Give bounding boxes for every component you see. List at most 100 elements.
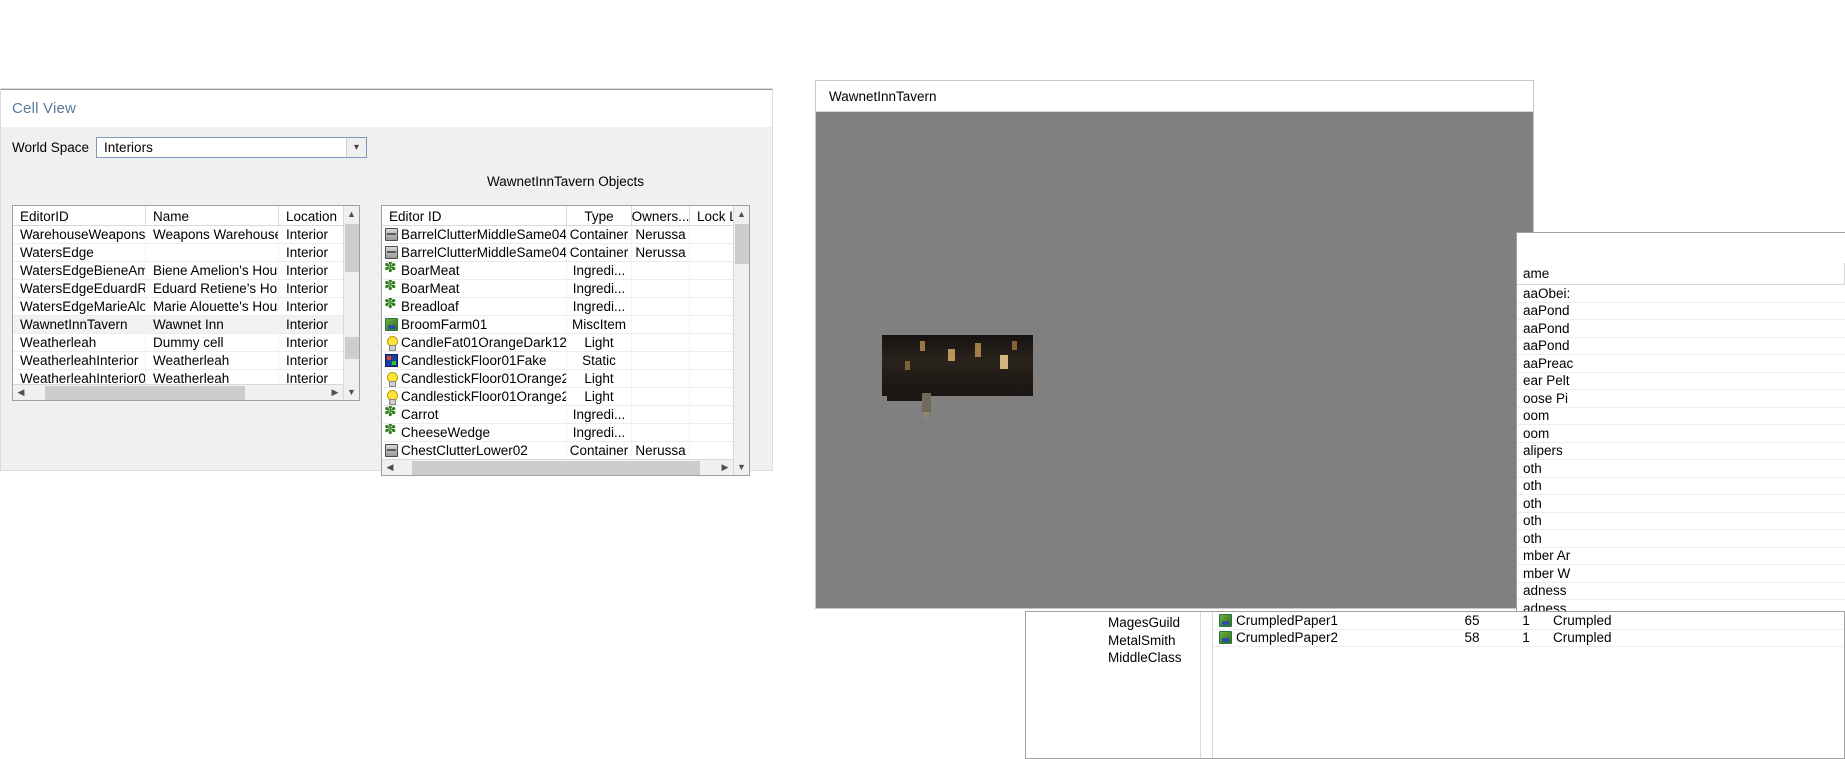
list-item[interactable]: alipers <box>1517 443 1845 460</box>
light-icon <box>385 372 398 387</box>
objects-list-vtrack[interactable] <box>734 222 750 459</box>
screen-root: Cell View World Space Interiors ▾ Wawnet… <box>0 0 1845 759</box>
cell-list-vtrack[interactable] <box>344 222 360 384</box>
list-item[interactable]: aaPond <box>1517 320 1845 338</box>
object-editor-id: CandlestickFloor01Orange256 <box>382 370 567 387</box>
chevron-down-icon[interactable]: ▾ <box>346 138 367 157</box>
objects-list-vscrollbar[interactable]: ▲ ▼ <box>733 206 749 475</box>
window-light-5 <box>905 361 910 370</box>
ingredient-icon <box>384 262 398 277</box>
lower-object-window-partial[interactable]: MagesGuild MetalSmith MiddleClass Crumpled… <box>1025 611 1845 759</box>
table-row[interactable]: WarehouseWeapons Weapons Warehouse Interio… <box>13 226 359 244</box>
cell-col-editorid[interactable]: EditorID <box>13 206 146 225</box>
window-light-4 <box>1000 355 1008 369</box>
list-item[interactable]: mber Ar <box>1517 548 1845 565</box>
list-item[interactable]: aaPond <box>1517 303 1845 320</box>
list-item[interactable]: oth <box>1517 460 1845 478</box>
object-lock-level <box>690 370 735 387</box>
table-row[interactable]: Breadloaf Ingredi... <box>382 298 749 316</box>
scroll-right-icon[interactable]: ▶ <box>327 385 343 401</box>
table-row[interactable]: CandlestickFloor01Orange256 Light <box>382 388 749 406</box>
objects-list[interactable]: Editor ID Type Owners... Lock L BarrelCl… <box>381 205 750 476</box>
cell-editor-id: Weatherleah <box>13 334 146 351</box>
table-row[interactable]: WawnetInnTavern Wawnet Inn Interior <box>13 316 359 334</box>
table-row[interactable]: CrumpledPaper2 58 1 Crumpled <box>1213 630 1844 647</box>
category-tree[interactable]: MagesGuild MetalSmith MiddleClass <box>1026 612 1201 758</box>
tree-node[interactable]: MetalSmith <box>1026 632 1200 650</box>
list-item[interactable]: adness <box>1517 583 1845 600</box>
object-window-name: oth <box>1523 495 1542 511</box>
object-editor-id-label: Breadloaf <box>401 299 459 314</box>
table-row[interactable]: CrumpledPaper1 65 1 Crumpled <box>1213 612 1844 630</box>
list-item[interactable]: oth <box>1517 513 1845 530</box>
object-window-partial[interactable]: ame aaObei: aaPond aaPond aaPond aaPreac ear … <box>1516 232 1845 652</box>
scroll-down-icon[interactable]: ▼ <box>343 384 359 400</box>
list-item[interactable]: oom <box>1517 425 1845 443</box>
cell-view-titlebar: Cell View <box>1 89 772 127</box>
cell-col-name[interactable]: Name <box>146 206 279 225</box>
obj-col-type[interactable]: Type <box>567 206 632 225</box>
render-viewport[interactable] <box>819 115 1530 605</box>
tavern-3d-model[interactable] <box>882 335 1033 420</box>
list-item[interactable]: oth <box>1517 530 1845 548</box>
table-row[interactable]: ChestClutterLower02 Container Nerussa <box>382 442 749 460</box>
object-window-col-name[interactable]: ame <box>1517 263 1845 284</box>
table-row[interactable]: Weatherleah Dummy cell Interior <box>13 334 359 352</box>
table-row[interactable]: WatersEdge Interior <box>13 244 359 262</box>
scroll-up-icon[interactable]: ▲ <box>343 206 359 222</box>
scroll-up-icon[interactable]: ▲ <box>733 206 749 222</box>
list-item[interactable]: oth <box>1517 495 1845 513</box>
lower-count: 58 <box>1464 630 1480 646</box>
obj-col-locklevel[interactable]: Lock L <box>690 206 735 225</box>
cell-name: Wawnet Inn <box>146 316 279 333</box>
cell-list[interactable]: EditorID Name Location WarehouseWeapons W… <box>12 205 360 401</box>
objects-list-htrack[interactable] <box>398 460 717 476</box>
scroll-down-icon[interactable]: ▼ <box>733 459 749 475</box>
object-editor-id: CandlestickFloor01Orange256 <box>382 388 567 405</box>
cell-col-location[interactable]: Location <box>279 206 345 225</box>
table-row[interactable]: CandlestickFloor01Fake Static <box>382 352 749 370</box>
scroll-left-icon[interactable]: ◀ <box>382 460 398 476</box>
scroll-left-icon[interactable]: ◀ <box>13 385 29 401</box>
table-row[interactable]: BroomFarm01 MiscItem <box>382 316 749 334</box>
object-owner <box>632 334 690 351</box>
table-row[interactable]: CandleFat01OrangeDark128 Light <box>382 334 749 352</box>
obj-col-editorid[interactable]: Editor ID <box>382 206 567 225</box>
ingredient-icon <box>384 406 398 421</box>
object-editor-id-label: BoarMeat <box>401 263 460 278</box>
cell-list-hscrollbar[interactable]: ◀ ▶ <box>13 384 343 400</box>
ingredient-icon <box>384 298 398 313</box>
tree-node[interactable]: MiddleClass <box>1026 649 1200 667</box>
list-item[interactable]: mber W <box>1517 565 1845 583</box>
lower-grid[interactable]: CrumpledPaper1 65 1 Crumpled CrumpledPaper2 5… <box>1213 612 1844 758</box>
table-row[interactable]: Carrot Ingredi... <box>382 406 749 424</box>
world-space-combo[interactable]: Interiors ▾ <box>96 137 368 158</box>
list-item[interactable]: ear Pelt <box>1517 373 1845 390</box>
objects-list-hscrollbar[interactable]: ◀ ▶ <box>382 459 733 475</box>
list-item[interactable]: oth <box>1517 478 1845 495</box>
table-row[interactable]: BoarMeat Ingredi... <box>382 280 749 298</box>
table-row[interactable]: CheeseWedge Ingredi... <box>382 424 749 442</box>
list-item[interactable]: oom <box>1517 408 1845 425</box>
list-item[interactable]: oose Pi <box>1517 390 1845 408</box>
table-row[interactable]: BarrelClutterMiddleSame04 Container Neruss… <box>382 226 749 244</box>
table-row[interactable]: CandlestickFloor01Orange256 Light <box>382 370 749 388</box>
table-row[interactable]: WeatherleahInterior Weatherleah Interior <box>13 352 359 370</box>
cell-list-htrack[interactable] <box>29 385 327 401</box>
object-editor-id-label: Carrot <box>401 407 439 422</box>
table-row[interactable]: WatersEdgeEduardR... Eduard Retiene's Ho.… <box>13 280 359 298</box>
object-editor-id-label: BarrelClutterMiddleSame04 <box>401 227 567 242</box>
cell-list-vscrollbar[interactable]: ▲ ▼ <box>343 206 359 400</box>
obj-col-owners[interactable]: Owners... <box>632 206 690 225</box>
tree-node[interactable]: MagesGuild <box>1026 614 1200 632</box>
scroll-right-icon[interactable]: ▶ <box>717 460 733 476</box>
object-editor-id: BarrelClutterMiddleSame04 <box>382 226 567 243</box>
table-row[interactable]: BarrelClutterMiddleSame04 Container Neruss… <box>382 244 749 262</box>
render-window[interactable]: WawnetInnTavern <box>815 80 1534 609</box>
list-item[interactable]: aaObei: <box>1517 285 1845 303</box>
list-item[interactable]: aaPreac <box>1517 355 1845 373</box>
table-row[interactable]: BoarMeat Ingredi... <box>382 262 749 280</box>
table-row[interactable]: WatersEdgeMarieAlou...Marie Alouette's H… <box>13 298 359 316</box>
list-item[interactable]: aaPond <box>1517 338 1845 355</box>
table-row[interactable]: WatersEdgeBieneAm... Biene Amelion's Hous… <box>13 262 359 280</box>
